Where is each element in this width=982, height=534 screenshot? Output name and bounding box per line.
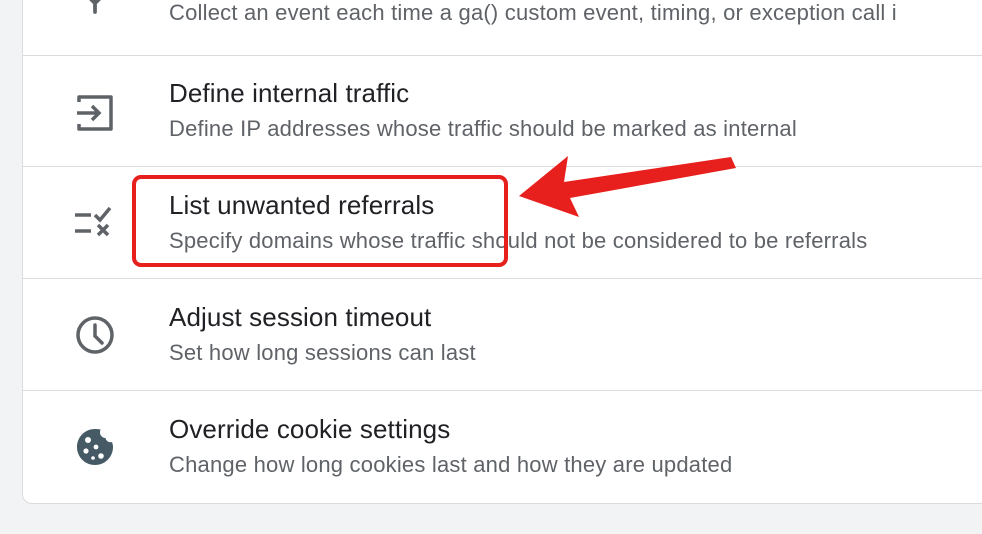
row-title: Define internal traffic [169,78,410,108]
settings-row-list-unwanted-referrals[interactable]: List unwanted referrals Specify domains … [23,168,982,279]
row-title: Override cookie settings [169,414,451,444]
row-description: Set how long sessions can last [169,340,476,365]
unwanted-referrals-icon [73,200,117,244]
page: Collect an event each time a ga() custom… [0,0,982,534]
row-description: Collect an event each time a ga() custom… [169,0,897,25]
clock-icon [73,313,117,357]
settings-row-override-cookie-settings[interactable]: Override cookie settings Change how long… [23,392,982,503]
row-description: Define IP addresses whose traffic should… [169,116,797,141]
internal-traffic-icon [73,91,117,135]
tag-icon [73,0,117,29]
row-description: Specify domains whose traffic should not… [169,228,868,253]
settings-row-custom-events[interactable]: Collect an event each time a ga() custom… [23,0,982,56]
row-title: List unwanted referrals [169,190,435,220]
settings-row-define-internal-traffic[interactable]: Define internal traffic Define IP addres… [23,56,982,167]
settings-row-adjust-session-timeout[interactable]: Adjust session timeout Set how long sess… [23,280,982,391]
row-description: Change how long cookies last and how the… [169,452,733,477]
row-title: Adjust session timeout [169,302,432,332]
settings-card: Collect an event each time a ga() custom… [22,0,982,504]
cookie-icon [73,425,117,469]
